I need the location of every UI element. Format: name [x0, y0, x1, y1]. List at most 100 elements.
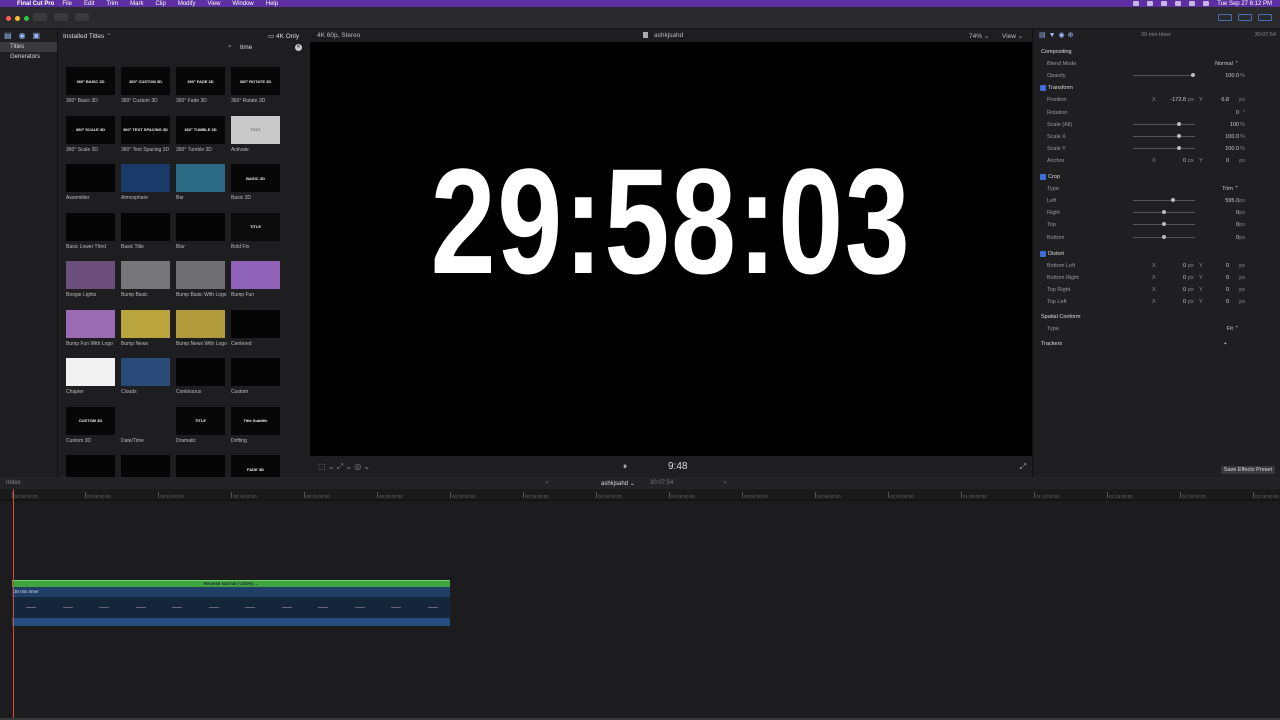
title-tile[interactable]: Continuous [176, 358, 231, 407]
menu-trim[interactable]: Trim [106, 1, 118, 7]
zoom-icon[interactable] [24, 16, 29, 21]
tray-icon[interactable] [1133, 1, 1140, 6]
slider-knob[interactable] [1162, 234, 1166, 239]
inspector-tab-icons[interactable]: ▤▼◉⊕ [1039, 31, 1077, 39]
title-tile[interactable]: Bar [176, 164, 231, 213]
wifi-icon[interactable] [1189, 1, 1196, 6]
sidebar-item-generators[interactable]: Generators [0, 52, 57, 62]
param-slider[interactable] [1133, 121, 1195, 126]
menu-mark[interactable]: Mark [130, 1, 143, 7]
title-tile[interactable]: Date/Time [121, 406, 176, 456]
title-tile[interactable]: Basic Title [121, 212, 176, 262]
enable-checkbox[interactable] [1040, 250, 1046, 257]
title-tile[interactable]: Clouds [121, 358, 176, 407]
param-value[interactable]: 595.0 [1225, 198, 1239, 204]
menu-view[interactable]: View [208, 1, 221, 7]
param-slider[interactable] [1133, 73, 1195, 78]
title-tile[interactable]: 360° BASIC 3D 360° Basic 3D [66, 67, 121, 116]
transform-tool-icon[interactable]: ⬚ ⌄ ⤢ ⌄ ◎ ⌄ [318, 462, 370, 472]
inspector-toggle-icon[interactable] [1258, 14, 1272, 21]
back-arrow-icon[interactable]: ‹ [546, 480, 548, 486]
minimize-icon[interactable] [15, 16, 20, 21]
titles-icon[interactable]: ▣ [33, 31, 41, 40]
y-value[interactable]: 0 [1207, 287, 1229, 293]
menu-app-name[interactable]: Final Cut Pro [17, 1, 54, 7]
timeline-clip[interactable]: 30 min timer [12, 587, 450, 626]
x-value[interactable]: 0 [1168, 263, 1186, 269]
sidebar-item-titles[interactable]: Titles [0, 42, 57, 52]
enable-checkbox[interactable] [1040, 85, 1046, 92]
title-tile[interactable]: 360° ROTATE 3D 360° Rotate 3D [231, 67, 286, 116]
title-tile[interactable]: TEXT Activate [231, 115, 286, 165]
keyword-button[interactable] [54, 13, 68, 21]
tray-icon[interactable] [1175, 1, 1182, 6]
filter-4k-only[interactable]: ▭ 4K Only [268, 32, 299, 40]
param-slider[interactable] [1133, 133, 1195, 138]
y-value[interactable]: 0 [1207, 299, 1229, 305]
param-slider[interactable] [1133, 222, 1195, 227]
add-tracker-icon[interactable]: + [1224, 341, 1227, 347]
x-value[interactable]: 0 [1168, 299, 1186, 305]
title-tile[interactable]: Bump News [121, 309, 176, 359]
menu-clock[interactable]: Tue Sep 27 6:12 PM [1217, 1, 1272, 7]
title-tile[interactable]: Custom [231, 358, 286, 407]
zoom-menu[interactable]: 74% ⌄ [969, 32, 989, 40]
title-tile[interactable]: Atmosphere [121, 164, 176, 213]
slider-knob[interactable] [1170, 198, 1175, 203]
param-slider[interactable] [1133, 198, 1195, 203]
playhead[interactable] [13, 489, 14, 720]
x-value[interactable]: 0 [1168, 158, 1186, 164]
menu-window[interactable]: Window [232, 1, 253, 7]
photos-icon[interactable]: ◉ [19, 31, 26, 40]
background-tasks-button[interactable] [75, 13, 89, 21]
title-tile[interactable]: Blur [176, 212, 231, 262]
title-tile[interactable]: TITLE Dramatic [176, 406, 231, 456]
param-value[interactable]: Fit ⌃ [1227, 326, 1239, 332]
enable-checkbox[interactable] [1040, 174, 1046, 180]
slider-knob[interactable] [1176, 133, 1181, 138]
save-effects-preset-button[interactable]: Save Effects Preset [1220, 466, 1275, 474]
param-slider[interactable] [1133, 145, 1195, 150]
view-menu[interactable]: View ⌄ [1002, 32, 1023, 40]
slider-knob[interactable] [1162, 210, 1166, 215]
title-tile[interactable]: Assembler [66, 164, 121, 213]
slider-knob[interactable] [1162, 222, 1166, 227]
title-tile[interactable]: 360° TEXT SPACING 3D 360° Text Spacing 3D [121, 115, 176, 165]
search-icon[interactable] [1203, 1, 1210, 6]
tray-icon[interactable] [1147, 1, 1154, 6]
title-tile[interactable]: Title Subtitle Drifting [231, 406, 286, 456]
param-value[interactable]: 100.0 [1225, 73, 1239, 79]
timeline-project[interactable]: ashkjsahd ⌄ [601, 480, 635, 487]
slider-knob[interactable] [1176, 121, 1181, 126]
title-tile[interactable]: TITLE Bold Fin [231, 212, 286, 262]
y-value[interactable]: 0 [1207, 275, 1229, 281]
param-value[interactable]: Normal ⌃ [1215, 61, 1239, 67]
installed-titles-menu[interactable]: Installed Titles ⌃ [63, 32, 112, 40]
param-value[interactable]: Trim ⌃ [1222, 186, 1239, 192]
title-tile[interactable]: 360° TUMBLE 3D 360° Tumble 3D [176, 115, 231, 165]
forward-arrow-icon[interactable]: › [724, 480, 726, 486]
param-value[interactable]: 100 [1230, 122, 1239, 128]
retime-bar[interactable]: Reverse Normal (-100%) ⌄ [12, 580, 450, 587]
title-tile[interactable]: 360° FADE 3D 360° Fade 3D [176, 67, 231, 116]
timecode-display[interactable]: 9:48 [668, 461, 687, 472]
viewer-canvas[interactable]: 29:58:03 [310, 42, 1032, 456]
index-button[interactable]: Index [6, 480, 21, 486]
y-value[interactable]: 6.8 [1207, 97, 1229, 103]
slider-knob[interactable] [1176, 145, 1181, 150]
title-tile[interactable]: Chapter [66, 358, 121, 407]
x-value[interactable]: -172.8 [1168, 97, 1186, 103]
pause-icon[interactable]: ⏸ [623, 462, 627, 472]
fullscreen-icon[interactable]: ⤢ [1020, 462, 1026, 472]
tray-icon[interactable] [1161, 1, 1168, 6]
slider-knob[interactable] [1191, 73, 1195, 78]
close-icon[interactable] [6, 16, 11, 21]
menu-clip[interactable]: Clip [155, 1, 165, 7]
y-value[interactable]: 0 [1207, 263, 1229, 269]
browser-toggle-icon[interactable] [1218, 14, 1232, 21]
title-tile[interactable]: Bump Basic [121, 261, 176, 310]
title-tile[interactable]: Bump News With Logo [176, 309, 231, 359]
title-tile[interactable]: Boogie Lights [66, 261, 121, 310]
menu-help[interactable]: Help [266, 1, 278, 7]
title-tile[interactable]: 360° CUSTOM 3D 360° Custom 3D [121, 67, 176, 116]
